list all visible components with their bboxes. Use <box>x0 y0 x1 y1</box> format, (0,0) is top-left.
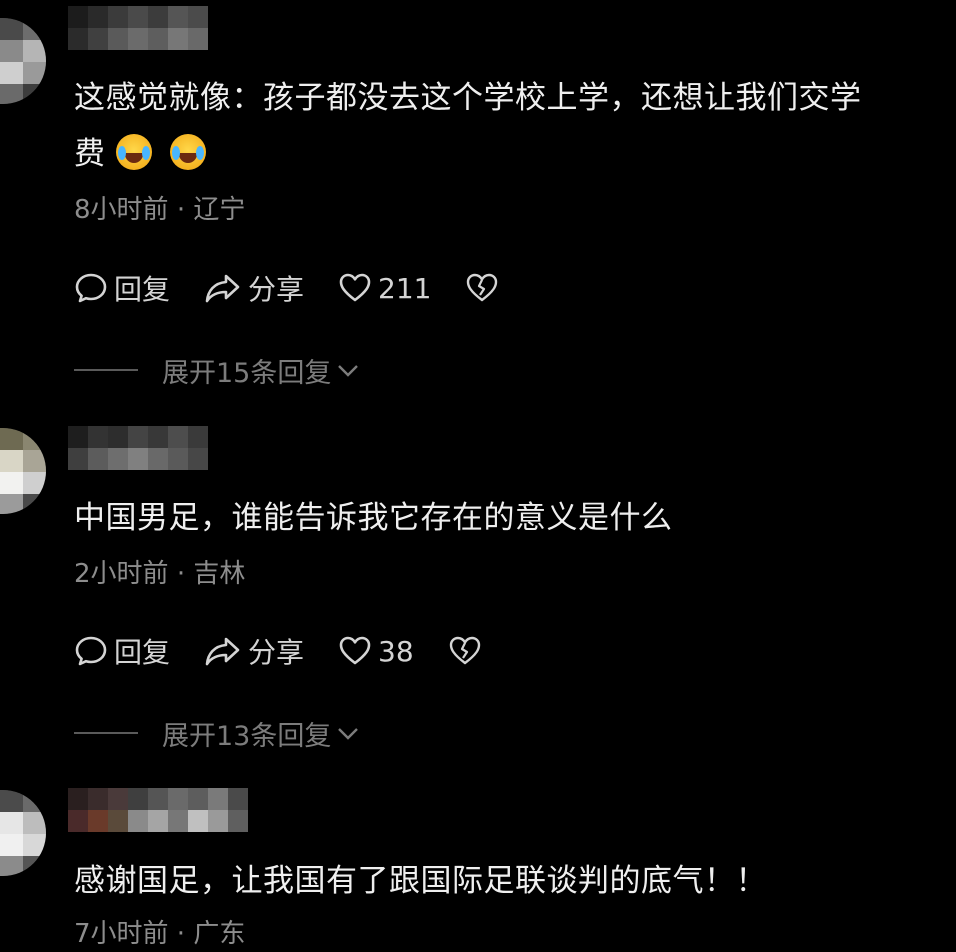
heart-icon <box>339 273 371 302</box>
like-button[interactable]: 211 <box>338 271 431 305</box>
like-count: 211 <box>378 271 432 305</box>
comment-actions: 回复 分享 38 <box>74 631 516 671</box>
comment-text: 感谢国足，让我国有了跟国际足联谈判的底气！！ <box>74 853 944 909</box>
share-button[interactable]: 分享 <box>204 268 304 308</box>
share-label: 分享 <box>248 636 305 669</box>
comment-meta: 7小时前 · 广东 <box>74 916 245 952</box>
expand-replies-label: 展开13条回复 <box>162 720 332 752</box>
reply-label: 回复 <box>114 273 171 306</box>
divider-line <box>74 732 138 734</box>
comment-actions: 回复 分享 211 <box>74 268 533 308</box>
crying-face-icon <box>115 134 152 170</box>
comment-text-line: 这感觉就像：孩子都没去这个学校上学，还想让我们交学 <box>74 80 862 116</box>
speech-bubble-icon <box>75 273 107 303</box>
username-pixelated[interactable] <box>68 6 208 50</box>
like-button[interactable]: 38 <box>338 634 414 668</box>
comment-text-line: 中国男足，谁能告诉我它存在的意义是什么 <box>74 500 673 536</box>
dislike-button[interactable] <box>465 271 499 305</box>
reply-button[interactable]: 回复 <box>74 631 170 671</box>
comment-text: 中国男足，谁能告诉我它存在的意义是什么 <box>74 490 944 546</box>
share-label: 分享 <box>248 273 305 306</box>
comment-meta-partial: 7小时前 · 广东 <box>74 919 246 949</box>
expand-replies[interactable]: 展开15条回复 <box>74 352 361 389</box>
share-button[interactable]: 分享 <box>204 631 304 671</box>
reply-label: 回复 <box>114 636 171 669</box>
crying-face-icon <box>169 134 206 170</box>
chevron-down-icon <box>338 728 359 740</box>
comment-text: 这感觉就像：孩子都没去这个学校上学，还想让我们交学 费 <box>74 70 944 182</box>
divider-line <box>74 369 138 371</box>
comment-location: 辽宁 <box>193 195 246 225</box>
avatar[interactable] <box>0 18 46 104</box>
share-arrow-icon <box>205 637 240 666</box>
heart-icon <box>339 636 371 665</box>
broken-heart-icon <box>449 636 480 665</box>
speech-bubble-icon <box>75 636 107 666</box>
comment-location: 吉林 <box>193 559 246 589</box>
comment-text-line: 费 <box>74 126 944 182</box>
meta-separator: · <box>176 195 186 225</box>
like-count: 38 <box>378 634 414 668</box>
comment-text-line: 感谢国足，让我国有了跟国际足联谈判的底气！！ <box>74 863 767 899</box>
username-pixelated[interactable] <box>68 426 208 470</box>
comment-time: 2小时前 <box>74 559 169 589</box>
avatar[interactable] <box>0 790 46 876</box>
reply-button[interactable]: 回复 <box>74 268 170 308</box>
expand-replies[interactable]: 展开13条回复 <box>74 715 361 752</box>
comment-time: 8小时前 <box>74 195 169 225</box>
chevron-down-icon <box>338 365 359 377</box>
dislike-button[interactable] <box>448 634 482 668</box>
username-pixelated[interactable] <box>68 788 248 832</box>
expand-replies-label: 展开15条回复 <box>162 357 332 389</box>
broken-heart-icon <box>467 273 498 302</box>
share-arrow-icon <box>205 274 240 303</box>
comment-meta: 2小时前 · 吉林 <box>74 556 245 592</box>
avatar[interactable] <box>0 428 46 514</box>
comment-text-tail: 费 <box>74 136 106 172</box>
comment-meta: 8小时前 · 辽宁 <box>74 192 245 228</box>
meta-separator: · <box>176 559 186 589</box>
